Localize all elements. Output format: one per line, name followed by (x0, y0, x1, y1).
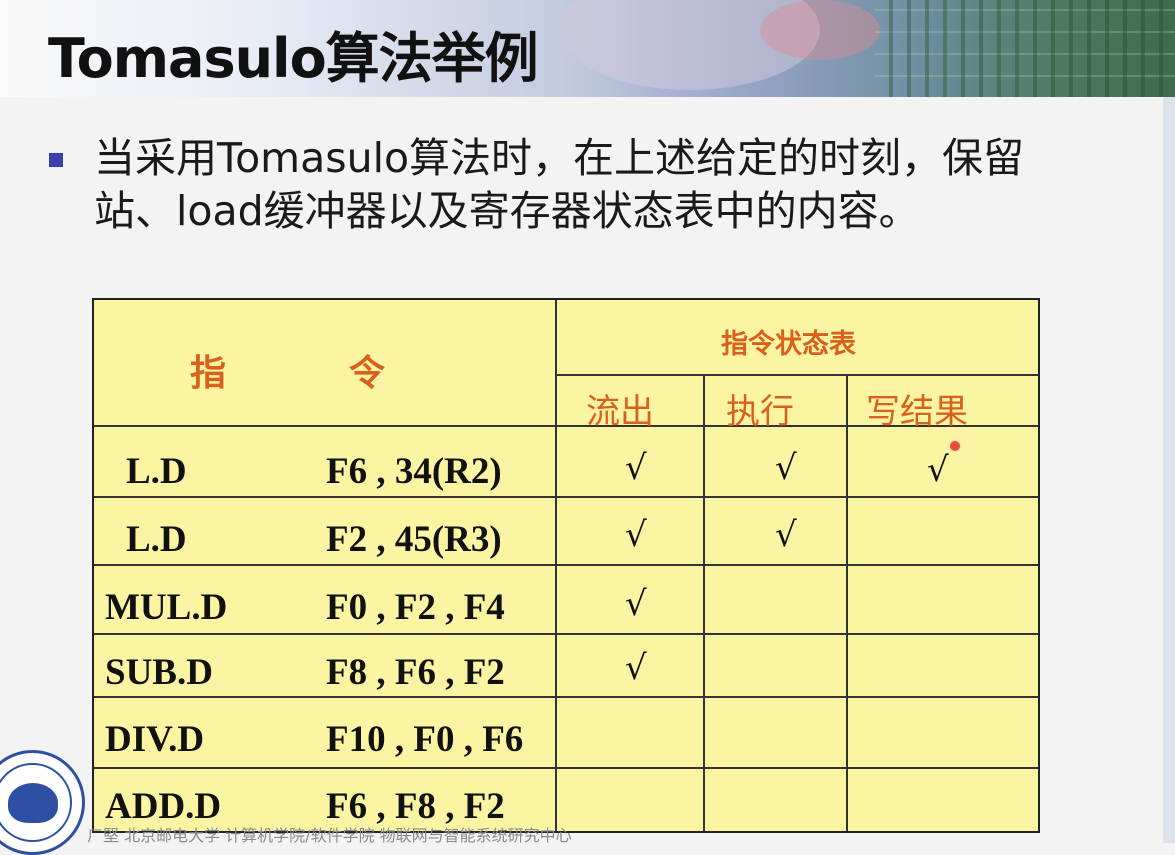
row-1-args: F6 , 34(R2) (326, 451, 502, 492)
logo-emblem (8, 783, 58, 823)
table-divider (94, 496, 1038, 498)
slide-edge (1163, 97, 1175, 843)
row-4-op: SUB.D (105, 652, 213, 693)
table-divider (94, 633, 1038, 635)
table-divider (846, 376, 848, 831)
row-4-args: F8 , F6 , F2 (326, 652, 505, 693)
bullet-square-icon (49, 153, 63, 167)
row-1-op: L.D (126, 451, 187, 492)
row-1-write-check: √ (927, 450, 949, 490)
slide-title: Tomasulo算法举例 (48, 27, 539, 90)
row-1-exec-check: √ (775, 448, 797, 488)
slide-footer: ㄏ堅 北京邮电大学 计算机学院/软件学院 物联网与智能系统研究中心 (87, 826, 572, 845)
header-write-result: 写结果 (866, 392, 968, 432)
table-divider (703, 376, 705, 831)
slide-header: Tomasulo算法举例 (0, 0, 1175, 97)
row-3-args: F0 , F2 , F4 (326, 587, 505, 628)
row-2-op: L.D (126, 519, 187, 560)
university-logo: OF POSTS AND TELECOMMUNICATIONS (0, 750, 85, 855)
row-3-issue-check: √ (625, 584, 647, 624)
row-4-issue-check: √ (625, 648, 647, 688)
row-3-op: MUL.D (105, 587, 228, 628)
circuit-board-image (875, 0, 1175, 97)
row-1-issue-check: √ (625, 448, 647, 488)
header-instruction-char-2: 令 (349, 352, 386, 394)
table-divider (557, 374, 1038, 376)
row-2-exec-check: √ (775, 515, 797, 555)
laser-pointer-dot (950, 441, 960, 451)
header-status-table: 指令状态表 (721, 329, 856, 360)
table-divider (94, 696, 1038, 698)
header-issue: 流出 (586, 392, 654, 432)
header-instruction-char-1: 指 (190, 352, 227, 394)
table-divider (94, 767, 1038, 769)
row-2-args: F2 , 45(R3) (326, 519, 502, 560)
bullet-text: 当采用Tomasulo算法时，在上述给定的时刻，保留站、load缓冲器以及寄存器… (94, 134, 1025, 235)
instruction-status-table: 指 令 指令状态表 流出 执行 写结果 L.D F6 , 34(R2) √ √ … (92, 298, 1040, 833)
table-divider (94, 564, 1038, 566)
header-decoration (760, 0, 880, 60)
row-5-op: DIV.D (105, 719, 205, 760)
header-execute: 执行 (726, 392, 794, 432)
row-5-args: F10 , F0 , F6 (326, 719, 524, 760)
row-2-issue-check: √ (625, 515, 647, 555)
